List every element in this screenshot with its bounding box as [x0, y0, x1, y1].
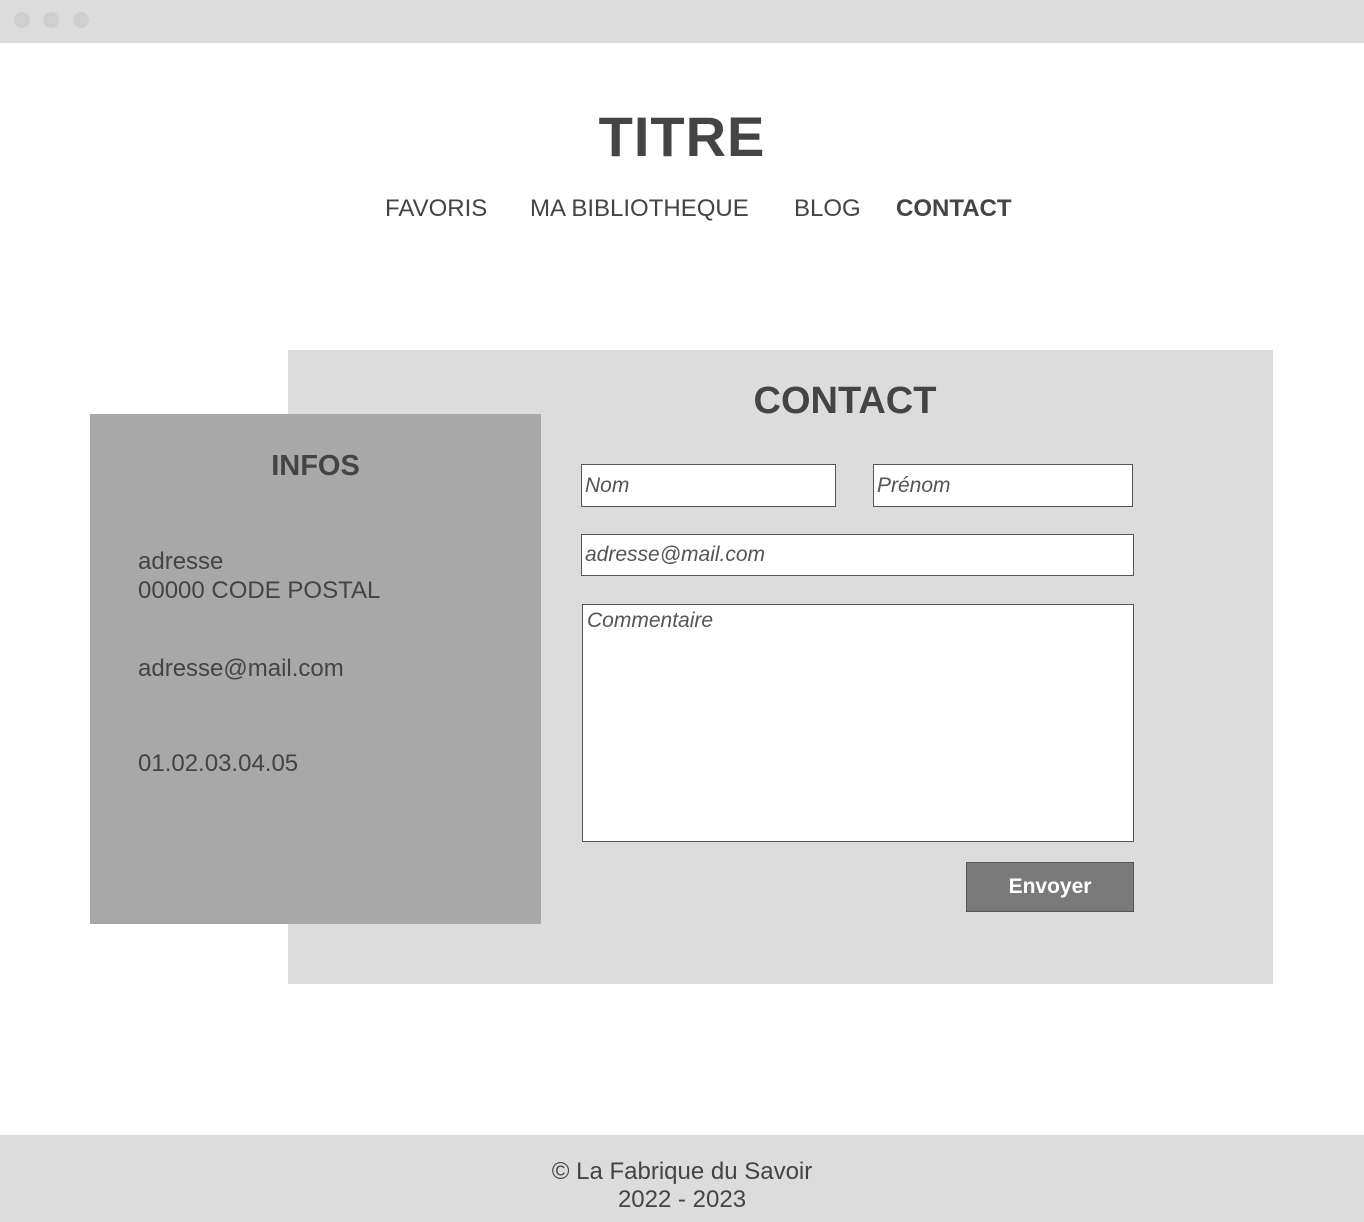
info-email: adresse@mail.com: [138, 655, 344, 682]
window-maximize-dot[interactable]: [73, 12, 89, 28]
nav-item-ma-bibliotheque[interactable]: MA BIBLIOTHEQUE: [530, 195, 749, 223]
nav-item-favoris[interactable]: FAVORIS: [385, 195, 487, 223]
nav-item-contact[interactable]: CONTACT: [896, 195, 1012, 223]
nom-input[interactable]: [581, 464, 836, 507]
browser-title-bar: [0, 0, 1364, 43]
footer-copyright: © La Fabrique du Savoir: [551, 1158, 813, 1185]
info-address-line1: adresse: [138, 548, 224, 575]
email-input[interactable]: [581, 534, 1134, 576]
send-button[interactable]: Envoyer: [966, 862, 1134, 912]
comment-textarea[interactable]: [582, 604, 1134, 842]
infos-title: INFOS: [271, 450, 360, 482]
window-minimize-dot[interactable]: [43, 12, 59, 28]
nav-item-blog[interactable]: BLOG: [794, 195, 861, 223]
prenom-input[interactable]: [873, 464, 1133, 507]
footer-years: 2022 - 2023: [617, 1186, 747, 1213]
site-title: TITRE: [598, 105, 766, 168]
info-address-line2: 00000 CODE POSTAL: [138, 577, 381, 604]
window-close-dot[interactable]: [14, 12, 30, 28]
info-phone: 01.02.03.04.05: [138, 750, 299, 777]
